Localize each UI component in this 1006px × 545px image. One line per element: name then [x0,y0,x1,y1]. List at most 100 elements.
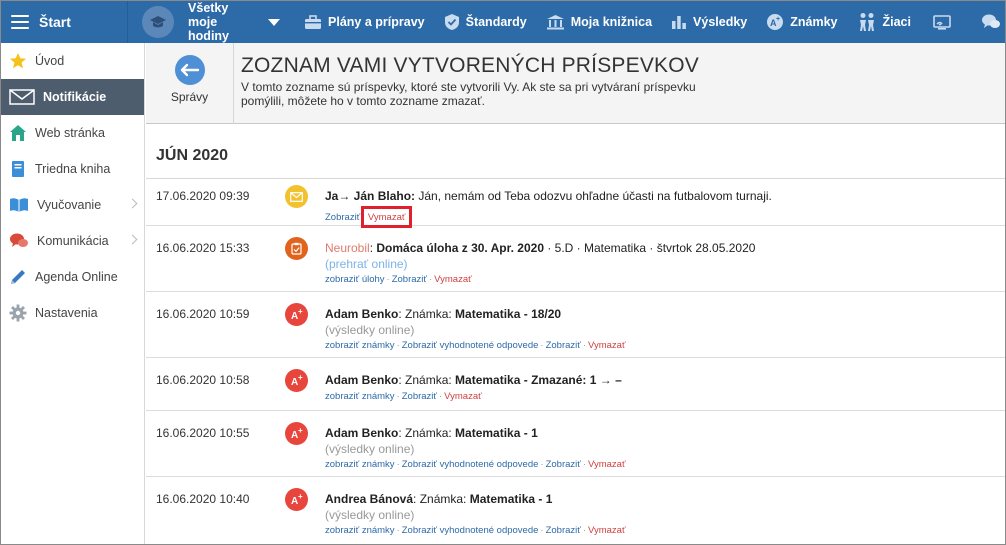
sidebar-item-triedna-kniha[interactable]: Triedna kniha [1,151,144,187]
nav-ziaci-label: Žiaci [882,15,912,29]
show-evaluated-answers-link[interactable]: Zobraziť vyhodnotené odpovede [402,340,539,351]
sidebar-item-komunikacia[interactable]: Komunikácia [1,223,144,259]
chevron-down-icon[interactable] [268,18,281,26]
sidebar-item-uvod[interactable]: Úvod [1,43,144,79]
sidebar-item-notifikacie[interactable]: Notifikácie [1,79,144,115]
nav-kniznica[interactable]: Moja knižnica [546,14,652,30]
view-link[interactable]: Zobraziť [546,340,581,351]
view-link[interactable]: Zobraziť [392,274,427,285]
entry-title: Domáca úloha z 30. Apr. 2020 [376,241,544,255]
results-online-link[interactable]: (výsledky online) [325,442,414,456]
hours-selector[interactable]: Všetky moje hodiny [142,1,281,43]
show-grades-link[interactable]: zobraziť známky [325,340,395,351]
grade-icon: A + [285,488,308,511]
delete-link[interactable]: Vymazať [368,212,406,223]
results-online-link[interactable]: (výsledky online) [325,323,414,337]
view-link[interactable]: Zobraziť [325,212,360,223]
back-button[interactable]: Správy [146,43,234,124]
hours-label-line2: moje hodiny [188,15,229,43]
sidebar-item-vyucovanie[interactable]: Vyučovanie [1,187,144,223]
grade-icon: A + [767,14,784,30]
sidebar-item-label: Triedna kniha [35,162,111,176]
app-window: Štart Všetky moje hodiny Plány a príprav… [0,0,1006,545]
graduation-cap-icon [142,6,175,38]
show-grades-link[interactable]: zobraziť známky [325,391,395,402]
entry-actions: zobraziť známky · Zobraziť vyhodnotené odp… [325,340,626,351]
list-item: 16.06.2020 15:33 Neurobil: Domáca úloha … [146,226,1005,292]
clipboard-icon [285,237,308,260]
entry-datetime: 16.06.2020 15:33 [156,241,250,255]
show-evaluated-answers-link[interactable]: Zobraziť vyhodnotené odpovede [402,459,539,470]
list-item: 16.06.2020 10:59 A + Adam Benko: Známka: … [146,292,1005,358]
nav-standardy[interactable]: Štandardy [444,13,527,31]
nav-znamky[interactable]: A + Známky [766,13,838,31]
separator: · [540,459,544,470]
menu-icon[interactable] [11,15,29,29]
grade-icon: A + [285,369,308,392]
entry-label: : Známka: [413,492,470,506]
svg-text:+: + [298,493,303,501]
entry-text: Andrea Bánová: Známka: Matematika - 1 [325,492,552,506]
sidebar-item-label: Agenda Online [35,270,118,284]
posts-list: JÚN 2020 17.06.2020 09:39 Ja→ Ján Blaho:… [146,124,1005,544]
entry-details: · 5.D · Matematika · štvrtok 28.05.2020 [544,241,756,255]
nav-plany[interactable]: Plány a prípravy [304,14,425,30]
entry-sender: Adam Benko [325,426,399,440]
separator: · [396,340,400,351]
hours-label-line1: Všetky [188,1,229,15]
sidebar-item-label: Notifikácie [43,90,107,104]
results-online-link[interactable]: (výsledky online) [325,508,414,522]
delete-link[interactable]: Vymazať [588,459,626,470]
chat-button[interactable] [981,13,1005,31]
start-button[interactable]: Štart [1,1,129,43]
month-heading: JÚN 2020 [156,147,229,164]
view-link[interactable]: Zobraziť [402,391,437,402]
entry-actions: zobraziť známky · Zobraziť vyhodnotené odp… [325,459,626,470]
entry-sender: Neurobil [325,241,370,255]
shield-check-icon [444,14,459,30]
separator: · [438,391,443,402]
bar-chart-icon [672,16,686,29]
back-label: Správy [170,90,209,104]
play-online-link[interactable]: (prehrať online) [325,257,408,271]
entry-grade: Matematika - 18/20 [455,307,562,321]
delete-link[interactable]: Vymazať [588,525,626,536]
separator: · [396,459,400,470]
sidebar: Úvod Notifikácie Web stránka Triedna kni… [1,43,145,544]
nav-standardy-label: Štandardy [465,15,527,29]
book-icon [12,161,24,177]
envelope-icon [9,89,35,105]
sidebar-item-web-stranka[interactable]: Web stránka [1,115,144,151]
nav-vysledky-label: Výsledky [693,15,748,29]
show-tasks-link[interactable]: zobraziť úlohy [325,274,385,285]
show-grades-link[interactable]: zobraziť známky [325,459,395,470]
nav-vysledky[interactable]: Výsledky [671,14,747,30]
page-description: V tomto zozname sú príspevky, ktoré ste … [241,80,696,108]
show-evaluated-answers-link[interactable]: Zobraziť vyhodnotené odpovede [402,525,539,536]
grade-icon: A + [285,303,308,326]
show-grades-link[interactable]: zobraziť známky [325,525,395,536]
grade-icon: A + [285,422,308,445]
briefcase-icon [305,14,322,29]
view-link[interactable]: Zobraziť [546,525,581,536]
library-icon [546,15,564,30]
sidebar-item-agenda-online[interactable]: Agenda Online [1,259,144,295]
delete-link[interactable]: Vymazať [434,274,472,285]
nav-ziaci[interactable]: Žiaci [857,12,912,32]
cast-icon [933,14,951,30]
delete-link[interactable]: Vymazať [588,340,626,351]
delete-link[interactable]: Vymazať [444,391,482,402]
separator: · [540,340,544,351]
sidebar-item-label: Úvod [35,54,65,68]
home-icon [10,125,26,141]
sidebar-item-nastavenia[interactable]: Nastavenia [1,295,144,331]
gear-icon [9,304,27,322]
entry-label: : Známka: [398,426,456,440]
entry-text: Neurobil: Domáca úloha z 30. Apr. 2020 ·… [325,241,756,255]
view-link[interactable]: Zobraziť [546,459,581,470]
sidebar-item-label: Nastavenia [35,306,98,320]
entry-text: Adam Benko: Známka: Matematika - 18/20 [325,307,561,321]
students-icon [859,13,874,31]
cast-button[interactable] [933,14,957,30]
list-item: 16.06.2020 10:40 A + Andrea Bánová: Známk… [146,477,1005,543]
